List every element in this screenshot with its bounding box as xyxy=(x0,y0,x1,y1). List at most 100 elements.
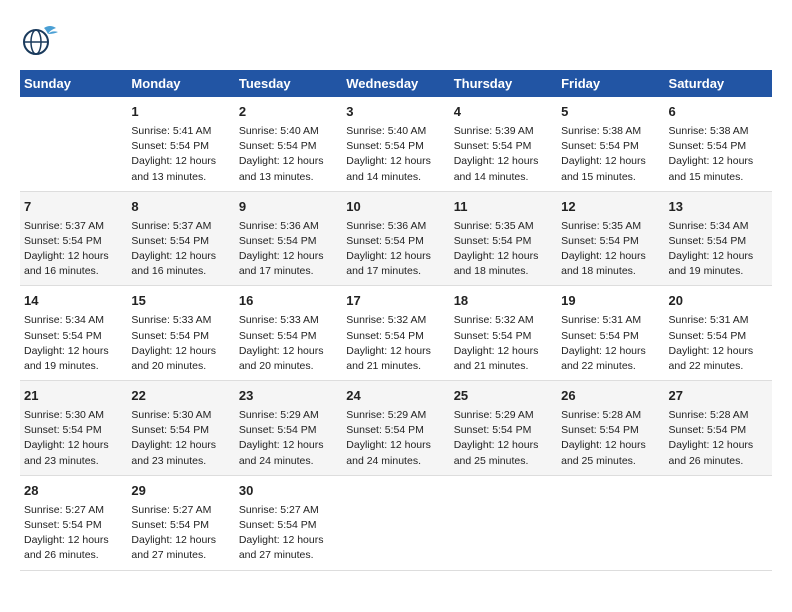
day-info: Sunrise: 5:38 AM Sunset: 5:54 PM Dayligh… xyxy=(669,124,768,185)
calendar-cell: 9Sunrise: 5:36 AM Sunset: 5:54 PM Daylig… xyxy=(235,191,342,286)
day-info: Sunrise: 5:34 AM Sunset: 5:54 PM Dayligh… xyxy=(669,219,768,280)
day-of-week-header: Thursday xyxy=(450,70,557,97)
day-info: Sunrise: 5:33 AM Sunset: 5:54 PM Dayligh… xyxy=(239,313,338,374)
day-info: Sunrise: 5:36 AM Sunset: 5:54 PM Dayligh… xyxy=(346,219,445,280)
calendar-cell: 28 Sunrise: 5:27 AM Sunset: 5:54 PM Dayli… xyxy=(20,475,127,570)
calendar-cell: 13Sunrise: 5:34 AM Sunset: 5:54 PM Dayli… xyxy=(665,191,772,286)
day-number: 28 xyxy=(24,482,123,501)
calendar-cell: 27Sunrise: 5:28 AM Sunset: 5:54 PM Dayli… xyxy=(665,381,772,476)
day-number: 22 xyxy=(131,387,230,406)
day-number: 7 xyxy=(24,198,123,217)
calendar-cell xyxy=(450,475,557,570)
day-info: Sunrise: 5:31 AM Sunset: 5:54 PM Dayligh… xyxy=(561,313,660,374)
calendar-cell xyxy=(342,475,449,570)
day-number: 27 xyxy=(669,387,768,406)
calendar-cell: 12 Sunrise: 5:35 AM Sunset: 5:54 PM Dayli… xyxy=(557,191,664,286)
day-info: Sunrise: 5:40 AM Sunset: 5:54 PM Dayligh… xyxy=(239,124,338,185)
day-info: Sunrise: 5:27 AM Sunset: 5:54 PM Dayligh… xyxy=(131,503,230,564)
day-info: Sunrise: 5:30 AM Sunset: 5:54 PM Dayligh… xyxy=(24,408,123,469)
calendar-row: 7 Sunrise: 5:37 AM Sunset: 5:54 PM Daylig… xyxy=(20,191,772,286)
day-info: Sunrise: 5:33 AM Sunset: 5:54 PM Dayligh… xyxy=(131,313,230,374)
day-number: 17 xyxy=(346,292,445,311)
day-info: Sunrise: 5:40 AM Sunset: 5:54 PM Dayligh… xyxy=(346,124,445,185)
calendar-cell: 15 Sunrise: 5:33 AM Sunset: 5:54 PM Dayli… xyxy=(127,286,234,381)
calendar-table: SundayMondayTuesdayWednesdayThursdayFrid… xyxy=(20,70,772,571)
day-info: Sunrise: 5:41 AM Sunset: 5:54 PM Dayligh… xyxy=(131,124,230,185)
day-of-week-header: Monday xyxy=(127,70,234,97)
calendar-cell: 20 Sunrise: 5:31 AM Sunset: 5:54 PM Dayli… xyxy=(665,286,772,381)
day-number: 4 xyxy=(454,103,553,122)
day-info: Sunrise: 5:27 AM Sunset: 5:54 PM Dayligh… xyxy=(24,503,123,564)
day-number: 24 xyxy=(346,387,445,406)
day-number: 29 xyxy=(131,482,230,501)
day-number: 21 xyxy=(24,387,123,406)
day-number: 14 xyxy=(24,292,123,311)
page-header xyxy=(20,20,772,60)
calendar-cell: 21 Sunrise: 5:30 AM Sunset: 5:54 PM Dayli… xyxy=(20,381,127,476)
calendar-cell: 6 Sunrise: 5:38 AM Sunset: 5:54 PM Daylig… xyxy=(665,97,772,191)
calendar-cell xyxy=(20,97,127,191)
day-info: Sunrise: 5:29 AM Sunset: 5:54 PM Dayligh… xyxy=(454,408,553,469)
calendar-cell: 2Sunrise: 5:40 AM Sunset: 5:54 PM Daylig… xyxy=(235,97,342,191)
header-row: SundayMondayTuesdayWednesdayThursdayFrid… xyxy=(20,70,772,97)
calendar-cell: 8 Sunrise: 5:37 AM Sunset: 5:54 PM Daylig… xyxy=(127,191,234,286)
calendar-cell: 25 Sunrise: 5:29 AM Sunset: 5:54 PM Dayli… xyxy=(450,381,557,476)
logo xyxy=(20,20,64,60)
day-number: 6 xyxy=(669,103,768,122)
day-info: Sunrise: 5:35 AM Sunset: 5:54 PM Dayligh… xyxy=(454,219,553,280)
calendar-cell: 5 Sunrise: 5:38 AM Sunset: 5:54 PM Daylig… xyxy=(557,97,664,191)
calendar-cell: 17 Sunrise: 5:32 AM Sunset: 5:54 PM Dayli… xyxy=(342,286,449,381)
day-of-week-header: Friday xyxy=(557,70,664,97)
day-of-week-header: Wednesday xyxy=(342,70,449,97)
day-info: Sunrise: 5:27 AM Sunset: 5:54 PM Dayligh… xyxy=(239,503,338,564)
day-number: 18 xyxy=(454,292,553,311)
day-info: Sunrise: 5:28 AM Sunset: 5:54 PM Dayligh… xyxy=(561,408,660,469)
calendar-cell: 19Sunrise: 5:31 AM Sunset: 5:54 PM Dayli… xyxy=(557,286,664,381)
day-info: Sunrise: 5:39 AM Sunset: 5:54 PM Dayligh… xyxy=(454,124,553,185)
day-number: 23 xyxy=(239,387,338,406)
calendar-cell: 7 Sunrise: 5:37 AM Sunset: 5:54 PM Daylig… xyxy=(20,191,127,286)
day-info: Sunrise: 5:37 AM Sunset: 5:54 PM Dayligh… xyxy=(24,219,123,280)
calendar-cell xyxy=(665,475,772,570)
day-of-week-header: Saturday xyxy=(665,70,772,97)
calendar-row: 14Sunrise: 5:34 AM Sunset: 5:54 PM Dayli… xyxy=(20,286,772,381)
calendar-cell: 1 Sunrise: 5:41 AM Sunset: 5:54 PM Daylig… xyxy=(127,97,234,191)
day-number: 8 xyxy=(131,198,230,217)
calendar-cell xyxy=(557,475,664,570)
day-info: Sunrise: 5:32 AM Sunset: 5:54 PM Dayligh… xyxy=(346,313,445,374)
day-info: Sunrise: 5:29 AM Sunset: 5:54 PM Dayligh… xyxy=(239,408,338,469)
day-number: 10 xyxy=(346,198,445,217)
calendar-cell: 23 Sunrise: 5:29 AM Sunset: 5:54 PM Dayli… xyxy=(235,381,342,476)
calendar-row: 28 Sunrise: 5:27 AM Sunset: 5:54 PM Dayli… xyxy=(20,475,772,570)
day-info: Sunrise: 5:29 AM Sunset: 5:54 PM Dayligh… xyxy=(346,408,445,469)
day-number: 26 xyxy=(561,387,660,406)
day-number: 12 xyxy=(561,198,660,217)
day-number: 25 xyxy=(454,387,553,406)
calendar-cell: 22 Sunrise: 5:30 AM Sunset: 5:54 PM Dayli… xyxy=(127,381,234,476)
calendar-cell: 14Sunrise: 5:34 AM Sunset: 5:54 PM Dayli… xyxy=(20,286,127,381)
day-info: Sunrise: 5:30 AM Sunset: 5:54 PM Dayligh… xyxy=(131,408,230,469)
day-info: Sunrise: 5:38 AM Sunset: 5:54 PM Dayligh… xyxy=(561,124,660,185)
day-of-week-header: Tuesday xyxy=(235,70,342,97)
calendar-cell: 16 Sunrise: 5:33 AM Sunset: 5:54 PM Dayli… xyxy=(235,286,342,381)
calendar-cell: 29 Sunrise: 5:27 AM Sunset: 5:54 PM Dayli… xyxy=(127,475,234,570)
day-number: 15 xyxy=(131,292,230,311)
day-number: 16 xyxy=(239,292,338,311)
calendar-cell: 26 Sunrise: 5:28 AM Sunset: 5:54 PM Dayli… xyxy=(557,381,664,476)
calendar-cell: 3 Sunrise: 5:40 AM Sunset: 5:54 PM Daylig… xyxy=(342,97,449,191)
calendar-body: 1 Sunrise: 5:41 AM Sunset: 5:54 PM Daylig… xyxy=(20,97,772,570)
day-info: Sunrise: 5:35 AM Sunset: 5:54 PM Dayligh… xyxy=(561,219,660,280)
day-of-week-header: Sunday xyxy=(20,70,127,97)
day-number: 5 xyxy=(561,103,660,122)
day-number: 11 xyxy=(454,198,553,217)
day-info: Sunrise: 5:31 AM Sunset: 5:54 PM Dayligh… xyxy=(669,313,768,374)
day-number: 20 xyxy=(669,292,768,311)
calendar-cell: 4 Sunrise: 5:39 AM Sunset: 5:54 PM Daylig… xyxy=(450,97,557,191)
calendar-cell: 11 Sunrise: 5:35 AM Sunset: 5:54 PM Dayli… xyxy=(450,191,557,286)
day-number: 30 xyxy=(239,482,338,501)
calendar-cell: 10 Sunrise: 5:36 AM Sunset: 5:54 PM Dayli… xyxy=(342,191,449,286)
day-info: Sunrise: 5:37 AM Sunset: 5:54 PM Dayligh… xyxy=(131,219,230,280)
day-number: 3 xyxy=(346,103,445,122)
calendar-header: SundayMondayTuesdayWednesdayThursdayFrid… xyxy=(20,70,772,97)
day-number: 1 xyxy=(131,103,230,122)
